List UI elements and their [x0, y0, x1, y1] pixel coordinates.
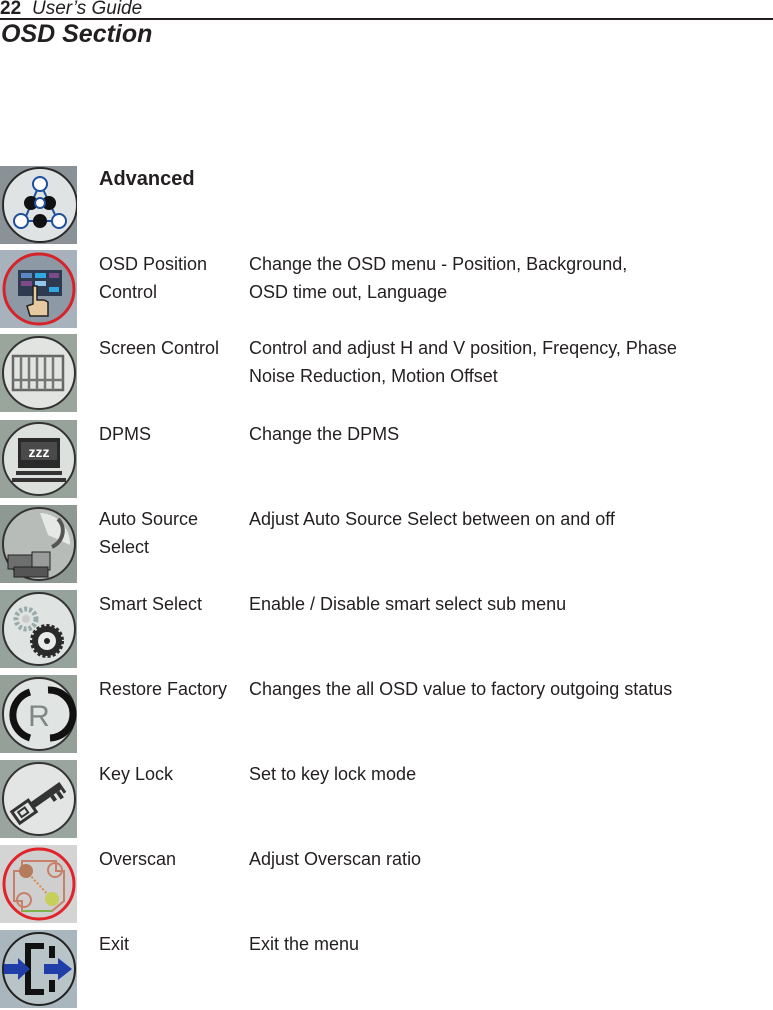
item-description: Enable / Disable smart select sub menu — [249, 594, 567, 614]
advanced-network-icon — [0, 166, 77, 244]
item-description: Set to key lock mode — [249, 764, 417, 784]
item-name: Overscan — [99, 849, 177, 869]
menu-item-key-lock: Key Lock Set to key lock mode — [0, 760, 773, 840]
section-title: OSD Section — [1, 20, 153, 48]
menu-item-exit: Exit Exit the menu — [0, 930, 773, 1010]
auto-source-icon — [0, 505, 77, 583]
item-name: Key Lock — [99, 764, 174, 784]
menu-item-restore-factory: R Restore Factory Changes the all OSD va… — [0, 675, 773, 755]
item-name: Screen Control — [99, 338, 220, 358]
item-description: Exit the menu — [249, 934, 360, 954]
menu-item-osd-position: OSD Position Control Change the OSD menu … — [0, 250, 773, 330]
menu-item-screen-control: Screen Control Control and adjust H and … — [0, 334, 773, 414]
overscan-icon — [0, 845, 77, 923]
exit-icon — [0, 930, 77, 1008]
osd-position-icon — [0, 250, 77, 328]
menu-item-dpms: zzz DPMS Change the DPMS — [0, 420, 773, 500]
item-name: DPMS — [99, 424, 152, 444]
guide-title: User’s Guide — [32, 0, 143, 19]
dpms-sleep-icon: zzz — [0, 420, 77, 498]
page-header: 22 User’s Guide — [0, 0, 773, 20]
item-name: Auto Source Select — [99, 509, 199, 557]
group-title: Advanced — [99, 168, 195, 190]
item-name: Exit — [99, 934, 130, 954]
menu-item-smart-select: Smart Select Enable / Disable smart sele… — [0, 590, 773, 670]
menu-item-auto-source: Auto Source Select Adjust Auto Source Sel… — [0, 505, 773, 585]
item-name: OSD Position Control — [99, 254, 208, 302]
menu-item-overscan: Overscan Adjust Overscan ratio — [0, 845, 773, 925]
svg-text:zzz: zzz — [29, 444, 50, 460]
item-name: Restore Factory — [99, 679, 228, 699]
group-advanced: Advanced — [0, 166, 773, 246]
item-description: Adjust Overscan ratio — [249, 849, 422, 869]
item-description: Control and adjust H and V position, Fre… — [249, 338, 677, 386]
restore-icon: R — [0, 675, 77, 753]
item-description: Change the OSD menu - Position, Backgrou… — [249, 254, 628, 302]
item-name: Smart Select — [99, 594, 203, 614]
svg-text:R: R — [28, 700, 50, 733]
key-icon — [0, 760, 77, 838]
page-number: 22 — [0, 0, 22, 19]
gears-icon — [0, 590, 77, 668]
screen-control-icon — [0, 334, 77, 412]
item-description: Adjust Auto Source Select between on and… — [249, 509, 615, 529]
item-description: Changes the all OSD value to factory out… — [249, 679, 673, 699]
item-description: Change the DPMS — [249, 424, 400, 444]
